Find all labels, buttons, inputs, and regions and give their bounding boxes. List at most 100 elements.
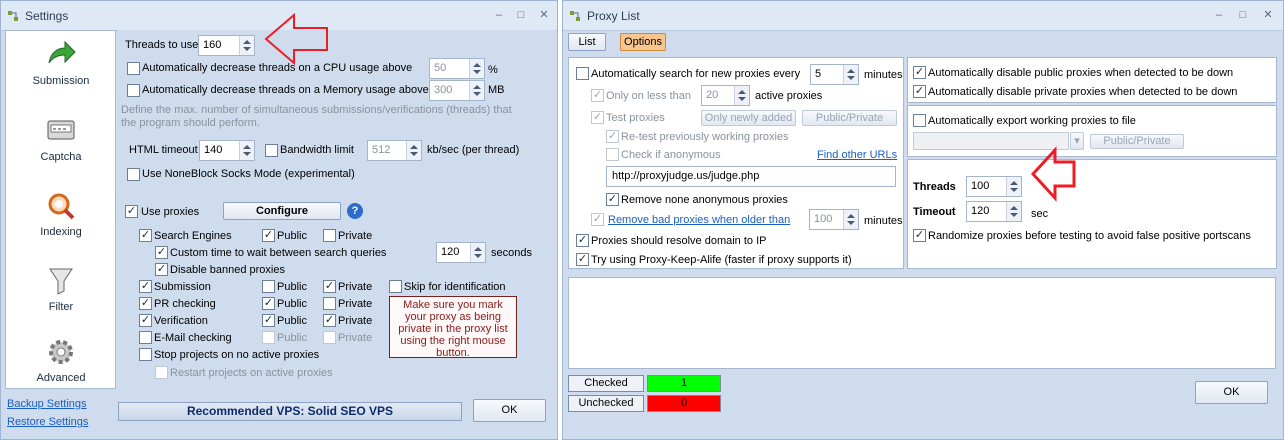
email-private-checkbox[interactable]: [323, 331, 336, 344]
export-checkbox[interactable]: [913, 114, 926, 127]
submission-private-checkbox[interactable]: ✓: [323, 280, 336, 293]
settings-ok-button[interactable]: OK: [473, 399, 546, 422]
vps-banner[interactable]: Recommended VPS: Solid SEO VPS: [118, 402, 462, 421]
proxy-ok-button[interactable]: OK: [1195, 381, 1268, 404]
auto-search-checkbox[interactable]: [576, 67, 589, 80]
keep-alive-checkbox[interactable]: ✓: [576, 253, 589, 266]
app-icon: [570, 11, 580, 21]
spin-buttons[interactable]: [239, 36, 254, 55]
cpu-checkbox[interactable]: [127, 62, 140, 75]
proxy-title: Proxy List: [587, 9, 640, 23]
maximize-button[interactable]: □: [1235, 8, 1251, 22]
proxy-list-window: Proxy List – □ ✕ List Options Automatica…: [562, 0, 1284, 440]
custom-time-checkbox[interactable]: ✓: [155, 246, 168, 259]
submission-public-checkbox[interactable]: [262, 280, 275, 293]
nav-advanced[interactable]: Advanced: [6, 334, 116, 390]
memory-checkbox[interactable]: [127, 84, 140, 97]
html-timeout-spinner[interactable]: 140: [199, 140, 255, 161]
test-proxies-checkbox[interactable]: ✓: [591, 111, 604, 124]
indexing-icon: [48, 193, 75, 220]
threads-label: Threads to use: [125, 39, 199, 51]
backup-settings-link[interactable]: Backup Settings: [7, 398, 87, 410]
skip-identification-checkbox[interactable]: [389, 280, 402, 293]
search-private-checkbox[interactable]: [323, 229, 336, 242]
pr-public-checkbox[interactable]: ✓: [262, 297, 275, 310]
only-less-checkbox[interactable]: ✓: [591, 89, 604, 102]
threads-description: Define the max. number of simultaneous s…: [121, 104, 512, 129]
remove-bad-spinner[interactable]: 100: [809, 209, 859, 230]
close-button[interactable]: ✕: [1260, 8, 1276, 22]
minimize-button[interactable]: –: [491, 8, 507, 22]
email-public-checkbox[interactable]: [262, 331, 275, 344]
disable-private-checkbox[interactable]: ✓: [913, 85, 926, 98]
proxy-threads-spinner[interactable]: 100: [966, 176, 1022, 197]
red-arrow-annotation: [1031, 146, 1076, 202]
use-proxies-checkbox[interactable]: ✓: [125, 205, 138, 218]
verification-public-checkbox[interactable]: ✓: [262, 314, 275, 327]
only-newly-button[interactable]: Only newly added: [701, 110, 796, 126]
remove-none-anon-checkbox[interactable]: ✓: [606, 193, 619, 206]
pr-checking-checkbox[interactable]: ✓: [139, 297, 152, 310]
only-less-spinner[interactable]: 20: [701, 85, 750, 106]
memory-spinner[interactable]: 300: [429, 80, 485, 101]
test-public-private-button[interactable]: Public/Private: [802, 110, 897, 126]
maximize-button[interactable]: □: [513, 8, 529, 22]
restore-settings-link[interactable]: Restore Settings: [7, 416, 88, 428]
resolve-domain-checkbox[interactable]: ✓: [576, 234, 589, 247]
tab-list[interactable]: List: [568, 33, 606, 51]
restart-projects-checkbox[interactable]: [155, 366, 168, 379]
verification-checkbox[interactable]: ✓: [139, 314, 152, 327]
find-other-urls-link[interactable]: Find other URLs: [817, 149, 897, 161]
red-arrow-annotation: [264, 13, 328, 65]
remove-bad-link[interactable]: Remove bad proxies when older than: [608, 214, 790, 226]
disable-public-checkbox[interactable]: ✓: [913, 66, 926, 79]
nav-submission[interactable]: Submission: [6, 35, 116, 105]
memory-unit: MB: [488, 84, 505, 96]
pr-private-checkbox[interactable]: [323, 297, 336, 310]
noneblock-checkbox[interactable]: [127, 168, 140, 181]
search-public-checkbox[interactable]: ✓: [262, 229, 275, 242]
remove-bad-checkbox[interactable]: ✓: [591, 213, 604, 226]
minimize-button[interactable]: –: [1211, 8, 1227, 22]
submission-checkbox[interactable]: ✓: [139, 280, 152, 293]
search-engines-checkbox[interactable]: ✓: [139, 229, 152, 242]
stop-projects-checkbox[interactable]: [139, 348, 152, 361]
export-public-private-button[interactable]: Public/Private: [1090, 134, 1184, 149]
nav-filter[interactable]: Filter: [6, 261, 116, 331]
settings-main-panel: Threads to use 160 Automatically decreas…: [117, 30, 555, 389]
checked-label: Checked: [568, 375, 644, 392]
configure-button[interactable]: Configure: [223, 202, 341, 220]
tab-options[interactable]: Options: [620, 33, 666, 51]
unchecked-label: Unchecked: [568, 395, 644, 412]
bandwidth-spinner[interactable]: 512: [367, 140, 422, 161]
bandwidth-checkbox[interactable]: [265, 144, 278, 157]
proxy-export-panel: Automatically export working proxies to …: [907, 105, 1277, 157]
retest-checkbox[interactable]: ✓: [606, 130, 619, 143]
check-anonymous-checkbox[interactable]: [606, 148, 619, 161]
nav-indexing[interactable]: Indexing: [6, 186, 116, 256]
nav-captcha[interactable]: Captcha: [6, 111, 116, 181]
use-proxies-label: Use proxies: [141, 206, 200, 218]
arrow-icon: [48, 40, 76, 64]
proxy-threads-panel: Threads 100 Timeout 120 sec ✓ Randomize …: [907, 159, 1277, 269]
judge-url-input[interactable]: http://proxyjudge.us/judge.php: [606, 166, 896, 187]
cpu-spinner[interactable]: 50: [429, 58, 485, 79]
custom-time-spinner[interactable]: 120: [436, 242, 486, 263]
unchecked-count: 0: [647, 395, 721, 412]
proxy-log-area[interactable]: [568, 277, 1276, 369]
cpu-unit: %: [488, 64, 498, 76]
auto-search-spinner[interactable]: 5: [810, 64, 859, 85]
help-icon[interactable]: ?: [347, 203, 363, 219]
close-button[interactable]: ✕: [536, 8, 552, 22]
settings-nav: Submission Captcha Indexing Filter Advan…: [5, 30, 116, 389]
captcha-icon: [47, 120, 75, 140]
proxy-disable-panel: ✓ Automatically disable public proxies w…: [907, 57, 1277, 103]
proxy-search-panel: Automatically search for new proxies eve…: [568, 57, 904, 269]
proxy-timeout-spinner[interactable]: 120: [966, 201, 1022, 222]
verification-private-checkbox[interactable]: ✓: [323, 314, 336, 327]
disable-banned-checkbox[interactable]: ✓: [155, 263, 168, 276]
threads-spinner[interactable]: 160: [198, 35, 255, 56]
randomize-checkbox[interactable]: ✓: [913, 229, 926, 242]
email-checking-checkbox[interactable]: [139, 331, 152, 344]
html-timeout-label: HTML timeout: [129, 144, 198, 156]
